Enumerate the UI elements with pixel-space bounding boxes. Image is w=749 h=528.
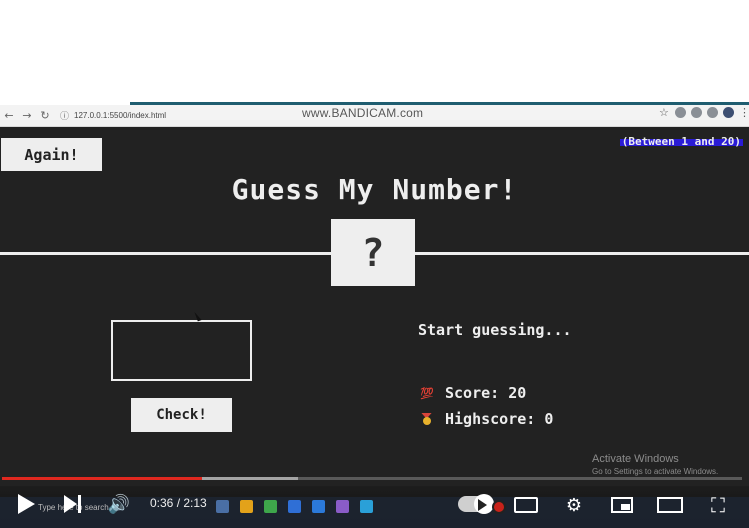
- score-label: Score:: [445, 384, 500, 402]
- again-button[interactable]: Again!: [1, 138, 102, 171]
- highscore-value: 0: [544, 410, 554, 428]
- fullscreen-icon[interactable]: ⛶: [706, 493, 730, 517]
- check-button[interactable]: Check!: [131, 398, 232, 432]
- forward-icon[interactable]: →: [18, 109, 36, 122]
- app-icon[interactable]: [336, 500, 349, 513]
- activate-subtitle: Go to Settings to activate Windows.: [592, 467, 719, 476]
- blank-top-area: [0, 0, 749, 103]
- app-icon[interactable]: [288, 500, 301, 513]
- kebab-menu-icon[interactable]: ⋮: [739, 107, 749, 118]
- score-value: 20: [508, 384, 527, 402]
- activate-title: Activate Windows: [592, 453, 679, 465]
- edge-icon[interactable]: [312, 500, 325, 513]
- play-icon[interactable]: [16, 492, 36, 516]
- record-indicator-icon: [494, 502, 504, 512]
- autoplay-play-icon: [478, 499, 487, 511]
- video-progress-bar[interactable]: [2, 477, 742, 480]
- bookmark-star-icon[interactable]: ☆: [659, 107, 670, 118]
- taskbar-icons: [216, 500, 373, 513]
- gear-icon[interactable]: ⚙: [562, 494, 586, 516]
- status-message: Start guessing...: [418, 321, 572, 339]
- telegram-icon[interactable]: [360, 500, 373, 513]
- highscore-label: Highscore:: [445, 410, 536, 428]
- video-time: 0:36 / 2:13: [150, 496, 207, 510]
- range-hint: (Between 1 and 20): [619, 135, 743, 148]
- browser-extensions: ☆ ⋮: [659, 107, 749, 118]
- highscore-row: Highscore: 0: [420, 410, 553, 428]
- secret-number-box: ?: [331, 219, 415, 286]
- theater-mode-icon[interactable]: [656, 494, 684, 516]
- reload-icon[interactable]: ↻: [36, 109, 54, 122]
- profile-avatar[interactable]: [723, 107, 734, 118]
- file-explorer-icon[interactable]: [240, 500, 253, 513]
- task-view-icon[interactable]: [216, 500, 229, 513]
- next-icon[interactable]: [62, 492, 82, 516]
- address-bar[interactable]: ⓘ 127.0.0.1:5500/index.html: [60, 107, 166, 125]
- activate-windows-notice: Activate Windows Go to Settings to activ…: [592, 453, 718, 476]
- volume-icon[interactable]: 🔊: [108, 492, 130, 516]
- back-icon[interactable]: ←: [0, 109, 18, 122]
- medal-icon: [420, 413, 433, 426]
- page-title: Guess My Number!: [231, 173, 518, 206]
- progress-played: [2, 477, 202, 480]
- puzzle-extensions-icon[interactable]: [707, 107, 718, 118]
- extension-icon[interactable]: [691, 107, 702, 118]
- game-page: Again! (Between 1 and 20) Guess My Numbe…: [0, 127, 749, 528]
- chrome-icon[interactable]: [264, 500, 277, 513]
- miniplayer-icon[interactable]: [610, 494, 634, 516]
- info-icon[interactable]: ⓘ: [60, 109, 69, 122]
- recorder-watermark: www.BANDICAM.com: [302, 106, 424, 120]
- url-text: 127.0.0.1:5500/index.html: [74, 111, 167, 120]
- score-row: 💯 Score: 20: [420, 384, 526, 402]
- score-icon: 💯: [420, 386, 434, 400]
- extension-icon[interactable]: [675, 107, 686, 118]
- subtitles-icon[interactable]: [513, 494, 539, 516]
- guess-input[interactable]: [111, 320, 252, 381]
